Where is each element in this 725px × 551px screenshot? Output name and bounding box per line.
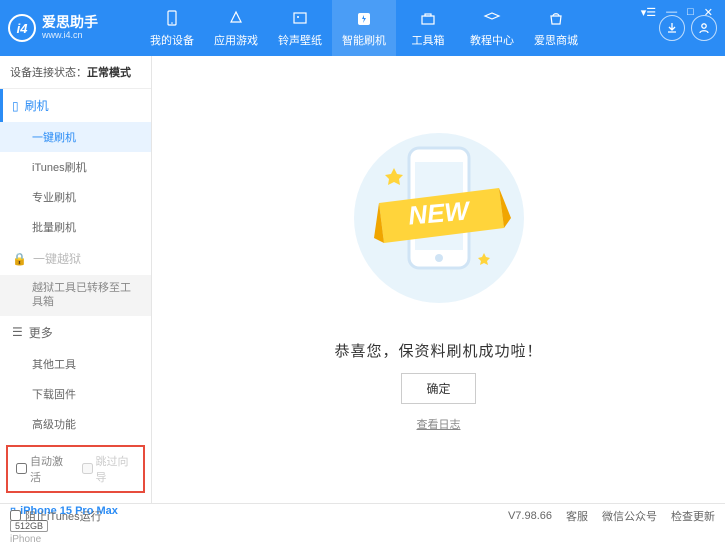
flash-icon [354,9,374,29]
sidebar-item-pro[interactable]: 专业刷机 [0,182,151,212]
skip-wizard-checkbox[interactable]: 跳过向导 [82,453,136,485]
sidebar-section-jailbreak: 🔒 一键越狱 [0,242,151,275]
brand-title: 爱思助手 [42,15,98,30]
sidebar-section-flash[interactable]: ▯ 刷机 [0,89,151,122]
sidebar-item-firmware[interactable]: 下载固件 [0,379,151,409]
nav-toolbox[interactable]: 工具箱 [396,0,460,56]
toolbox-icon [418,9,438,29]
view-log-link[interactable]: 查看日志 [417,416,461,432]
sidebar-item-advanced[interactable]: 高级功能 [0,409,151,439]
version-label: V7.98.66 [508,510,552,522]
footer-wechat[interactable]: 微信公众号 [602,508,657,524]
svg-text:NEW: NEW [407,195,472,230]
ok-button[interactable]: 确定 [401,373,475,404]
sidebar-section-more[interactable]: ☰ 更多 [0,316,151,349]
nav-store[interactable]: 爱思商城 [524,0,588,56]
sidebar-item-itunes[interactable]: iTunes刷机 [0,152,151,182]
nav-flash[interactable]: 智能刷机 [332,0,396,56]
lock-icon: 🔒 [12,252,27,266]
top-nav: 我的设备 应用游戏 铃声壁纸 智能刷机 工具箱 教程中心 爱思商城 [140,0,588,56]
connection-status: 设备连接状态：正常模式 [0,56,151,89]
device-icon [162,9,182,29]
footer-update[interactable]: 检查更新 [671,508,715,524]
footer-support[interactable]: 客服 [566,508,588,524]
main-content: NEW 恭喜您，保资料刷机成功啦！ 确定 查看日志 [152,56,725,503]
menu-lines-icon: ☰ [12,325,23,339]
sidebar-item-oneclick[interactable]: 一键刷机 [0,122,151,152]
store-icon [546,9,566,29]
titlebar: i4 爱思助手 www.i4.cn 我的设备 应用游戏 铃声壁纸 智能刷机 工具… [0,0,725,56]
nav-tutorials[interactable]: 教程中心 [460,0,524,56]
sidebar-item-other[interactable]: 其他工具 [0,349,151,379]
nav-apps[interactable]: 应用游戏 [204,0,268,56]
success-message: 恭喜您，保资料刷机成功啦！ [334,340,542,361]
brand-url: www.i4.cn [42,31,98,41]
close-icon[interactable]: ✕ [704,6,713,19]
jailbreak-note: 越狱工具已转移至工具箱 [0,275,151,316]
auto-activate-checkbox[interactable]: 自动激活 [16,453,70,485]
menu-icon[interactable]: ▾☰ [641,6,656,19]
device-info[interactable]: ▯iPhone 15 Pro Max 512GB iPhone [0,499,151,551]
options-box: 自动激活 跳过向导 [6,445,145,493]
nav-ringtones[interactable]: 铃声壁纸 [268,0,332,56]
block-itunes-checkbox[interactable]: 阻止iTunes运行 [10,508,102,524]
logo: i4 爱思助手 www.i4.cn [8,14,140,42]
logo-icon: i4 [8,14,36,42]
minimize-icon[interactable]: — [666,6,677,19]
phone-icon: ▯ [12,99,19,113]
wallpaper-icon [290,9,310,29]
maximize-icon[interactable]: □ [687,6,694,19]
tutorial-icon [482,9,502,29]
sidebar-item-batch[interactable]: 批量刷机 [0,212,151,242]
nav-my-device[interactable]: 我的设备 [140,0,204,56]
success-illustration: NEW [369,128,509,328]
sidebar: 设备连接状态：正常模式 ▯ 刷机 一键刷机 iTunes刷机 专业刷机 批量刷机… [0,56,152,503]
apps-icon [226,9,246,29]
